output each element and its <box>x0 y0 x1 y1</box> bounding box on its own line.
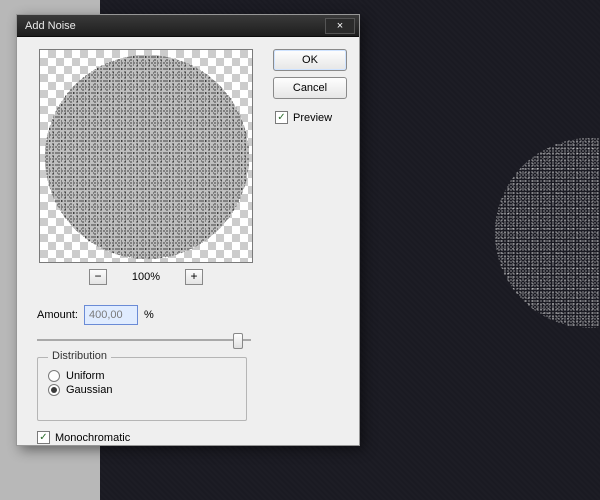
app-stage: Add Noise × − 100% + OK Cancel ✓ Preview <box>0 0 600 500</box>
amount-field[interactable]: 400,00 <box>84 305 138 325</box>
distribution-legend: Distribution <box>48 350 111 362</box>
dialog-title: Add Noise <box>25 20 76 32</box>
amount-slider[interactable] <box>37 331 251 349</box>
zoom-in-button[interactable]: + <box>185 269 203 285</box>
slider-thumb[interactable] <box>233 333 243 349</box>
dialog-button-column: OK Cancel ✓ Preview <box>273 49 347 124</box>
ok-button[interactable]: OK <box>273 49 347 71</box>
zoom-controls: − 100% + <box>39 269 253 285</box>
radio-gaussian-row: Gaussian <box>48 384 236 396</box>
preview-noise-circle <box>45 55 249 259</box>
monochromatic-row: ✓ Monochromatic <box>37 431 130 444</box>
preview-checkbox-row: ✓ Preview <box>275 111 347 124</box>
canvas-noise-circle <box>495 138 600 328</box>
preview-label: Preview <box>293 112 332 124</box>
close-button[interactable]: × <box>325 18 355 34</box>
amount-label: Amount: <box>37 309 78 321</box>
radio-gaussian[interactable] <box>48 384 60 396</box>
slider-track <box>37 339 251 341</box>
monochromatic-label: Monochromatic <box>55 432 130 444</box>
radio-uniform-label: Uniform <box>66 370 105 382</box>
add-noise-dialog: Add Noise × − 100% + OK Cancel ✓ Preview <box>16 14 360 446</box>
dialog-titlebar[interactable]: Add Noise × <box>17 15 359 37</box>
radio-gaussian-label: Gaussian <box>66 384 112 396</box>
preview-checkbox[interactable]: ✓ <box>275 111 288 124</box>
monochromatic-checkbox[interactable]: ✓ <box>37 431 50 444</box>
zoom-value: 100% <box>125 271 167 283</box>
distribution-group: Distribution Uniform Gaussian <box>37 357 247 421</box>
radio-uniform-row: Uniform <box>48 370 236 382</box>
amount-unit: % <box>144 309 154 321</box>
cancel-button[interactable]: Cancel <box>273 77 347 99</box>
amount-row: Amount: 400,00 % <box>37 305 154 325</box>
zoom-out-button[interactable]: − <box>89 269 107 285</box>
preview-image[interactable] <box>39 49 253 263</box>
radio-uniform[interactable] <box>48 370 60 382</box>
dialog-body: − 100% + OK Cancel ✓ Preview Amount: 400… <box>17 37 359 445</box>
